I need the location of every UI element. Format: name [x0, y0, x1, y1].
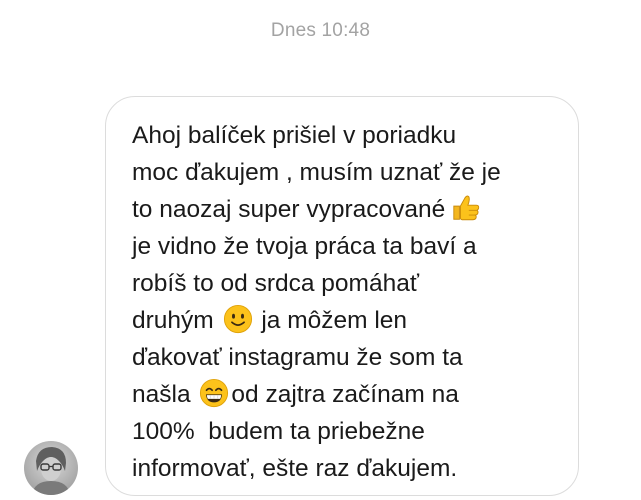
message-line: informovať, ešte raz ďakujem.: [132, 455, 458, 482]
message-timestamp: Dnes 10:48: [270, 20, 371, 41]
grinning-face-icon: [200, 378, 229, 408]
message-line: našla od zajtra začínam na: [132, 376, 554, 413]
message-bubble[interactable]: Ahoj balíček prišiel v poriadku moc ďaku…: [105, 96, 579, 496]
sender-avatar[interactable]: [24, 441, 78, 495]
message-line: druhým ja môžem len: [132, 302, 554, 339]
message-line: robíš to od srdca pomáhať: [132, 270, 420, 297]
thumbs-up-icon: [453, 195, 480, 221]
message-line: ďakovať instagramu že som ta: [132, 344, 463, 371]
message-line: je vidno že tvoja práca ta baví a: [132, 233, 477, 260]
slightly-smiling-face-icon: [223, 304, 252, 334]
message-line: Ahoj balíček prišiel v poriadku: [132, 122, 457, 149]
message-line: 100% budem ta priebežne: [132, 418, 425, 445]
chat-screen: Dnes 10:48 Ahoj balíček prišiel v poriad…: [0, 0, 641, 500]
message-line: moc ďakujem , musím uznať že je: [132, 159, 501, 186]
message-line: to naozaj super vypracované: [132, 191, 554, 228]
user-avatar-icon: [24, 441, 78, 495]
